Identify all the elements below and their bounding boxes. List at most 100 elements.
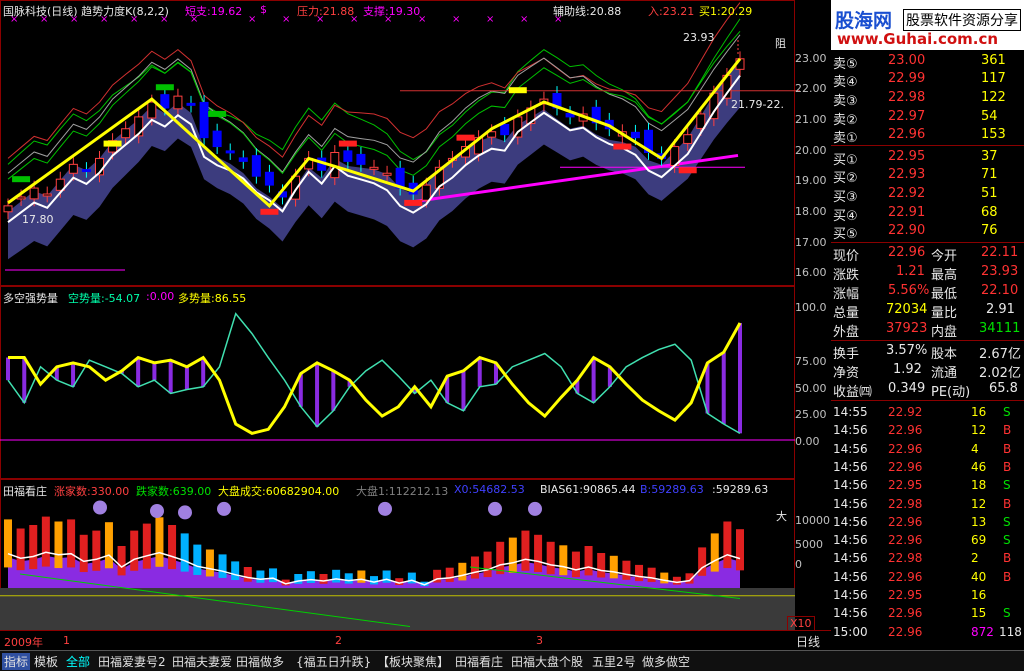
tick-side: B — [1003, 459, 1012, 474]
osc-zero-value: :0.00 — [146, 290, 175, 303]
candle-body — [3, 205, 13, 213]
candle-body — [630, 131, 640, 139]
indicator-tab[interactable]: 模板 — [34, 653, 58, 670]
indicator-tab[interactable]: 全部 — [66, 653, 90, 670]
buy-order-row: 买④ 22.91 68 — [831, 205, 1024, 224]
tick-time: 14:56 — [833, 459, 868, 474]
tick-volume: 12 — [971, 423, 987, 438]
buy-order-row: 买③ 22.92 51 — [831, 186, 1024, 205]
chart-area[interactable]: × × × × × × × × × × × × × × × × × 国脉科技(日线) 趋势力度K(8,2,2) … — [0, 0, 831, 650]
sell-price: 23.00 — [888, 53, 926, 68]
stat-row: 涨跌 1.21 最高 23.93 — [831, 264, 1024, 283]
stat-key: 收益㈣ — [833, 385, 873, 400]
top-x-marker: × — [248, 14, 256, 25]
tick-time: 14:55 — [833, 405, 868, 419]
tick-price: 22.96 — [888, 624, 923, 639]
candle-body — [68, 163, 78, 174]
vol-bar — [571, 551, 580, 578]
candle-body — [147, 101, 157, 119]
vol-bar — [483, 551, 492, 578]
indicator-tab[interactable]: 田福大盘个股 — [511, 653, 583, 670]
tick-side: B — [1003, 496, 1012, 511]
osc-bar — [331, 370, 336, 411]
sell-label: 卖④ — [833, 75, 858, 90]
buy-label: 买② — [833, 171, 858, 186]
stat-value: 0.349 — [888, 381, 926, 396]
vol-bar — [344, 573, 353, 584]
main-y-tick: 17.00 — [795, 236, 827, 249]
vol-bar — [142, 523, 151, 569]
stat-key: 量比 — [931, 306, 958, 321]
tick-volume: 18 — [971, 478, 987, 493]
vol-bar — [41, 516, 50, 567]
buy-volume: 37 — [981, 149, 998, 164]
emoticon-marker — [378, 501, 392, 516]
vol-bar — [67, 519, 76, 568]
enter-value: 入:23.21 — [648, 5, 695, 18]
stat-value: 22.96 — [888, 245, 926, 260]
candle-body — [238, 157, 248, 162]
vol-bar — [319, 574, 328, 584]
vol-bar — [256, 570, 265, 583]
osc-y-tick: 100.0 — [795, 301, 827, 314]
osc-bar — [168, 360, 173, 394]
zoom-x10-label[interactable]: X10 — [787, 616, 815, 631]
candle-body — [500, 123, 510, 136]
sell-volume: 54 — [981, 109, 998, 124]
brand-slogan: 股票软件资源分享 — [903, 9, 1021, 31]
tick-price: 22.96 — [888, 459, 923, 474]
vol-tail: :59289.63 — [712, 483, 769, 496]
osc-bar — [184, 366, 189, 390]
vol-bar — [496, 541, 505, 575]
x-axis-year: 2009年 — [4, 636, 43, 649]
tick-row: 14:56 22.98 12 B — [831, 496, 1024, 514]
tick-volume: 13 — [971, 514, 987, 529]
stat-key: 内盘 — [931, 325, 958, 340]
x-axis-month-3: 3 — [536, 634, 543, 647]
candle-body — [212, 130, 222, 148]
candle-body — [186, 102, 196, 106]
osc-y-tick: 75.00 — [795, 355, 827, 368]
indicator-tab[interactable]: 五里2号 — [592, 653, 636, 670]
indicator-tab[interactable]: 指标 — [2, 653, 31, 670]
vol-y-tick: 10000 — [795, 514, 830, 527]
indicator-tab[interactable]: 田福夫妻爱 — [172, 653, 232, 670]
emoticon-marker — [488, 501, 502, 516]
tick-time: 14:56 — [833, 588, 868, 602]
chart-canvas[interactable]: × × × × × × × × × × × × × × × × × — [0, 0, 831, 650]
osc-bar — [152, 362, 157, 381]
stat-value: 5.56% — [888, 283, 930, 298]
buy-volume: 51 — [981, 186, 998, 201]
stat-key: 换手 — [833, 347, 860, 362]
vol-bar — [622, 560, 631, 580]
indicator-tab-bar: 指标 模板 全部 田福爱妻号2 田福夫妻爱 田福做多 {福五日升跌} 【板块聚焦】 田福看庄 田福… — [0, 650, 1024, 671]
stat-value: 72034 — [886, 302, 928, 317]
tick-price: 22.95 — [888, 588, 923, 602]
osc-y-tick: 50.00 — [795, 382, 827, 395]
orderbook-divider — [831, 145, 1024, 146]
vol-bar — [332, 569, 341, 583]
signal-marker — [208, 110, 227, 117]
osc-bull-value: 多势量:86.55 — [178, 292, 247, 305]
period-selector[interactable]: 日线 — [788, 633, 828, 649]
indicator-tab[interactable]: 做多做空 — [642, 653, 690, 670]
emoticon-marker — [178, 505, 192, 520]
vol-bar — [458, 562, 467, 581]
vol-bar — [597, 553, 606, 578]
signal-marker — [260, 208, 279, 215]
indicator-tab[interactable]: {福五日升跌} — [296, 653, 371, 670]
tick-row: 14:56 22.96 12 B — [831, 422, 1024, 440]
ticks-divider — [831, 400, 1024, 401]
emoticon-marker — [93, 500, 107, 515]
dollar-label: $ — [260, 3, 267, 16]
buy-volume: 68 — [981, 205, 998, 220]
buy-label: 买⑤ — [833, 227, 858, 242]
indicator-tab[interactable]: 田福看庄 — [455, 653, 503, 670]
short-support-value: 短支:19.62 — [185, 5, 243, 18]
indicator-tab[interactable]: 【板块聚焦】 — [377, 653, 449, 670]
buy-order-row: 买⑤ 22.90 76 — [831, 223, 1024, 242]
indicator-tab[interactable]: 田福爱妻号2 — [98, 653, 166, 670]
tick-side: 118 — [999, 624, 1022, 639]
candle-body — [696, 113, 706, 129]
indicator-tab[interactable]: 田福做多 — [236, 653, 284, 670]
